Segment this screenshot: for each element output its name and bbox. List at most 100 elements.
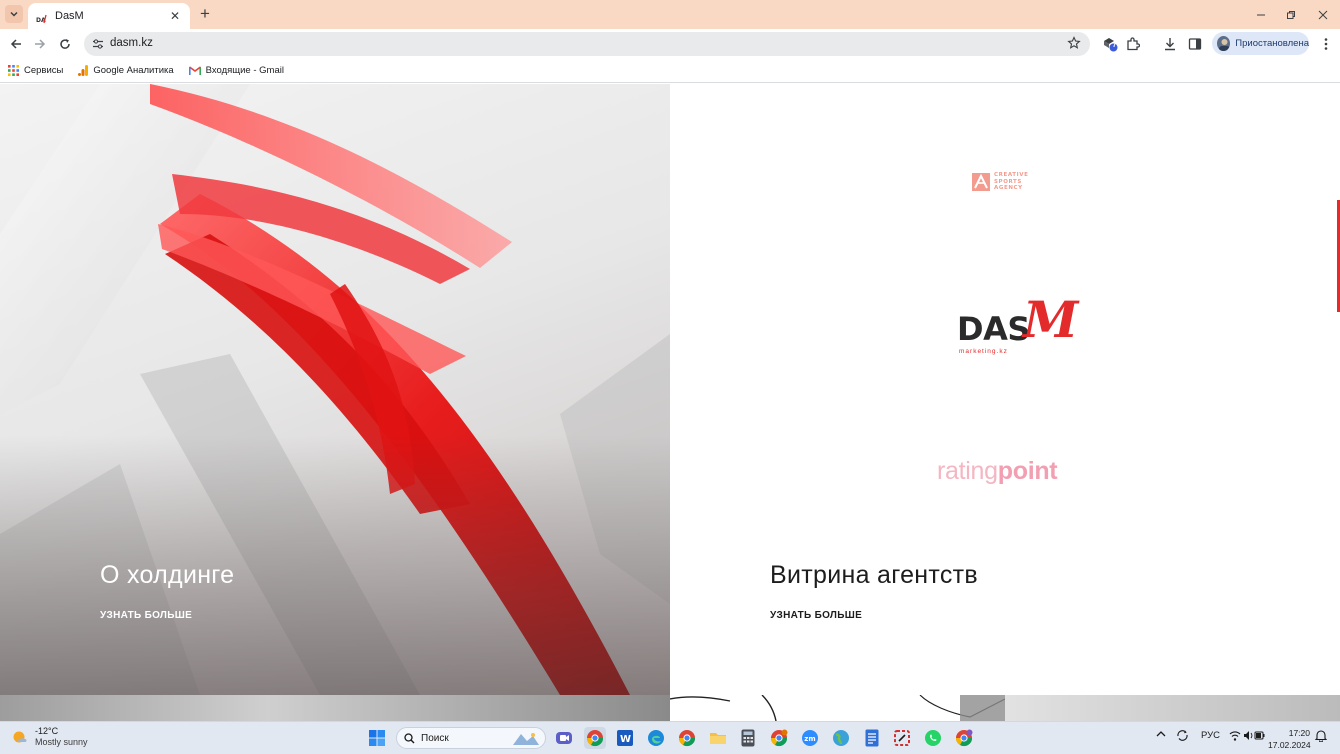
sunny-weather-icon [12, 729, 28, 745]
analytics-icon [78, 65, 89, 76]
profile-paused-button[interactable]: Приостановлена [1212, 32, 1309, 55]
side-panel-button[interactable] [1186, 35, 1204, 53]
downloads-button[interactable] [1161, 35, 1179, 53]
browser-tab-active[interactable]: DA DasM ✕ [28, 3, 190, 29]
chevron-down-icon [10, 11, 18, 17]
forward-button[interactable] [30, 34, 50, 54]
windows-taskbar: -12°C Mostly sunny Поиск W zm РУС 17:20 … [0, 721, 1340, 754]
bookmark-gmail[interactable]: Входящие - Gmail [188, 65, 284, 76]
chrome-icon [770, 729, 788, 747]
reload-icon [60, 39, 70, 49]
taskbar-search[interactable]: Поиск [396, 727, 546, 749]
weather-widget[interactable]: -12°C Mostly sunny [12, 726, 88, 748]
whatsapp-icon [925, 730, 941, 746]
taskbar-chrome-app-2[interactable] [676, 727, 698, 749]
taskbar-chrome-app-4[interactable] [953, 727, 975, 749]
reload-button[interactable] [55, 34, 75, 54]
notifications-button[interactable] [1314, 729, 1328, 745]
chrome-menu-button[interactable] [1317, 35, 1335, 53]
puzzle-icon [1127, 37, 1140, 51]
calculator-icon [741, 729, 755, 747]
gmail-icon [188, 66, 201, 75]
about-holding-panel[interactable]: О холдинге УЗНАТЬ БОЛЬШЕ [0, 84, 670, 695]
extensions-button[interactable] [1124, 35, 1142, 53]
ratingpoint-part-1: rating [937, 457, 998, 485]
dasm-logo-text: DAS [957, 310, 1030, 348]
next-section-preview-middle [669, 694, 1006, 721]
taskbar-snip-app[interactable] [891, 727, 913, 749]
tab-search-button[interactable] [5, 5, 23, 23]
svg-text:W: W [620, 734, 631, 745]
bookmark-star-icon[interactable] [1067, 36, 1081, 50]
word-icon: W [617, 730, 633, 746]
taskbar-chrome-app-3[interactable] [768, 727, 790, 749]
dasm-logo-sub: marketing.kz [959, 348, 1008, 355]
download-icon [1165, 38, 1175, 51]
dasm-favicon-icon: DA [36, 11, 48, 24]
back-button[interactable] [6, 34, 26, 54]
taskbar-notes-app[interactable] [861, 727, 883, 749]
taskbar-clock[interactable]: 17:20 17.02.2024 [1268, 727, 1311, 751]
taskbar-whatsapp-app[interactable] [922, 727, 944, 749]
ratingpoint-logo[interactable]: ratingpoint [937, 457, 1058, 486]
network-sound-battery-icon [1229, 731, 1265, 741]
minimize-button[interactable] [1244, 0, 1278, 29]
chrome-icon [586, 730, 604, 747]
tray-language[interactable]: РУС [1201, 730, 1220, 741]
page-viewport: О холдинге УЗНАТЬ БОЛЬШЕ CREATIVE SPORTS… [0, 84, 1340, 721]
about-holding-more-link[interactable]: УЗНАТЬ БОЛЬШЕ [100, 610, 192, 621]
next-section-preview-right [1005, 695, 1340, 721]
arrow-left-icon [10, 39, 21, 49]
taskbar-maps-app[interactable] [830, 727, 852, 749]
ratingpoint-part-2: point [997, 457, 1058, 485]
clock-time: 17:20 [1288, 728, 1310, 738]
close-window-button[interactable] [1306, 0, 1340, 29]
bookmarks-bar: Сервисы Google Аналитика Входящие - Gmai… [0, 59, 1340, 83]
taskbar-chrome-app-active[interactable] [584, 727, 606, 749]
bookmark-services[interactable]: Сервисы [8, 65, 63, 76]
bookmark-label: Входящие - Gmail [205, 65, 284, 76]
taskbar-calculator-app[interactable] [737, 727, 759, 749]
start-button[interactable] [366, 727, 388, 749]
profile-avatar [1217, 36, 1231, 51]
extension-shield-button[interactable]: 7 [1101, 35, 1119, 53]
clock-date: 17.02.2024 [1268, 740, 1311, 750]
new-tab-button[interactable]: + [196, 4, 214, 24]
arrow-right-icon [35, 39, 46, 49]
taskbar-edge-app[interactable] [645, 727, 667, 749]
bookmark-google-analytics[interactable]: Google Аналитика [78, 65, 174, 76]
agencies-showcase-panel[interactable]: CREATIVE SPORTS AGENCY DAS M marketing.k… [670, 84, 1340, 695]
site-settings-icon[interactable] [92, 38, 104, 50]
weather-temp: -12°C [35, 726, 59, 736]
tray-network-sound-battery[interactable] [1229, 729, 1265, 745]
svg-text:zm: zm [804, 735, 815, 743]
tab-close-icon[interactable]: ✕ [168, 9, 182, 23]
bookmark-label: Google Аналитика [93, 65, 174, 76]
taskbar-meet-app[interactable] [553, 727, 575, 749]
tab-title: DasM [55, 10, 84, 22]
agencies-showcase-title: Витрина агентств [770, 561, 978, 589]
sketch-illustration [669, 694, 1006, 721]
browser-tab-strip: DA DasM ✕ + [0, 0, 1340, 29]
about-holding-title: О холдинге [100, 561, 235, 589]
restore-icon [1287, 10, 1295, 19]
next-section-preview-left [0, 695, 670, 721]
search-icon [404, 732, 415, 743]
edge-icon [648, 730, 664, 746]
csa-logo[interactable]: CREATIVE SPORTS AGENCY [972, 172, 1038, 199]
restore-button[interactable] [1274, 0, 1308, 29]
taskbar-zoom-app[interactable]: zm [799, 727, 821, 749]
tray-overflow-button[interactable] [1156, 730, 1166, 741]
address-bar[interactable]: dasm.kz [84, 32, 1090, 56]
sync-icon [1177, 730, 1188, 741]
dasm-logo-mark: M [1023, 290, 1079, 349]
side-panel-icon [1188, 38, 1202, 50]
dasm-logo[interactable]: DAS M marketing.kz [957, 290, 1078, 366]
taskbar-explorer-app[interactable] [707, 727, 729, 749]
bell-icon [1314, 730, 1328, 743]
video-call-icon [556, 732, 572, 744]
taskbar-word-app[interactable]: W [614, 727, 636, 749]
agencies-showcase-more-link[interactable]: УЗНАТЬ БОЛЬШЕ [770, 610, 862, 621]
url-text[interactable]: dasm.kz [110, 37, 153, 49]
tray-sync-button[interactable] [1176, 729, 1189, 745]
